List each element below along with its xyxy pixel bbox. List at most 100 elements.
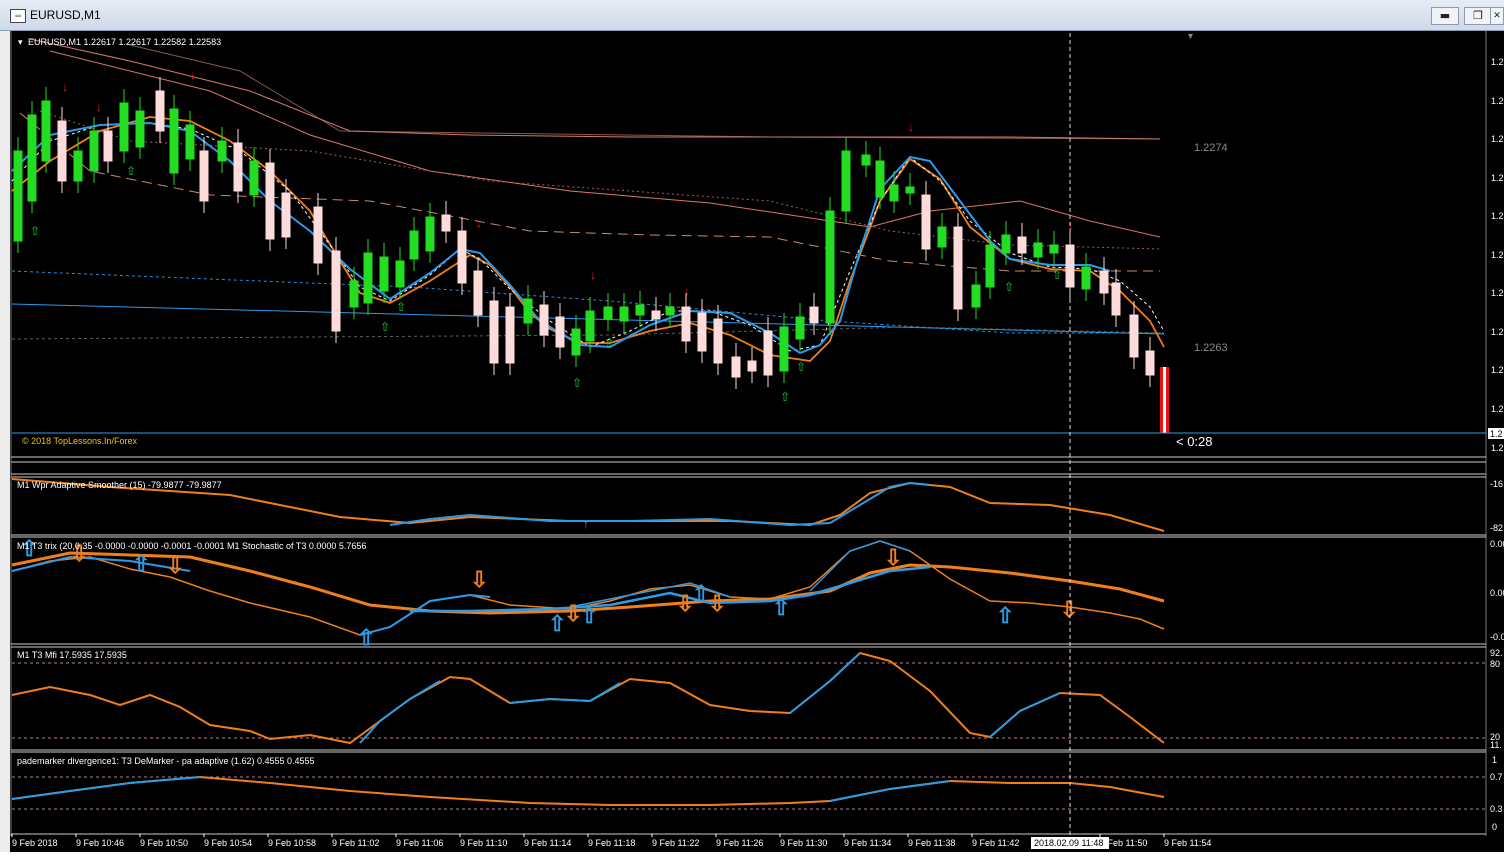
- mfi-blue-line-d: [989, 692, 1061, 738]
- sell-arrow-icon: ⇩: [564, 601, 582, 626]
- candle: [135, 110, 145, 148]
- buy-arrow-icon: ⇧: [396, 300, 406, 314]
- chart-canvas[interactable]: ⇧ ⇧ ⇧ ⇧ ⇧ ⇧ ⇧ ⇧ ⇧ ⇧ ↓ ↓ ↓ ↓ ↓ ↓ ↓ ↓ ▾ EURUSD,M1 1.22617 1…: [10, 31, 1504, 852]
- wpr-axis-bottom: -82: [1490, 523, 1503, 533]
- time-axis-label: 9 Feb 11:42: [972, 838, 1019, 848]
- candle: [425, 216, 435, 252]
- buy-arrow-icon: ⇧: [604, 336, 614, 350]
- bar-countdown: < 0:28: [1176, 434, 1213, 449]
- mfi-axis-80: 80: [1490, 659, 1500, 669]
- wpr-arrow-icon: ↑: [583, 517, 589, 531]
- demarker-axis-07: 0.7: [1490, 772, 1503, 782]
- candle: [825, 210, 835, 324]
- demarker-blue-line-b: [829, 780, 951, 802]
- buy-arrow-icon: ⇧: [780, 390, 790, 404]
- copyright-text: © 2018 TopLessons.In/Forex: [22, 436, 138, 446]
- candle: [119, 102, 129, 152]
- time-axis-label: 9 Feb 10:58: [268, 838, 316, 848]
- trix-axis-bottom: -0.0: [1490, 632, 1504, 642]
- candle: [473, 270, 483, 316]
- candle: [875, 160, 885, 198]
- candle: [747, 360, 757, 372]
- candle: [103, 130, 113, 162]
- demarker-axis-top: 1: [1492, 755, 1497, 765]
- candle: [539, 304, 549, 336]
- candle: [921, 194, 931, 250]
- demarker-orange-line: [11, 775, 1165, 806]
- sell-arrow-icon: ↓: [476, 216, 482, 230]
- trix-panel-header: M1 T3 trix (20,0.35 -0.0000 -0.0000 -0.0…: [17, 541, 366, 551]
- svg-text:1.2: 1.2: [1491, 211, 1504, 221]
- price-label-upper: 1.2274: [1194, 142, 1228, 154]
- current-candle-core: [1163, 367, 1166, 433]
- svg-text:1.2: 1.2: [1491, 443, 1504, 453]
- panel-separators: [11, 456, 1486, 835]
- candle: [349, 280, 359, 308]
- candle: [795, 316, 805, 340]
- minimize-button[interactable]: ▬: [1431, 7, 1459, 25]
- sell-arrow-icon: ⇩: [676, 591, 694, 616]
- price-axis: 1.2 1.2 1.2 1.2 1.2 1.2 1.2 1.2 1.2 1.2 …: [1491, 57, 1504, 453]
- candle: [1099, 270, 1109, 294]
- candle: [953, 226, 963, 310]
- candle: [731, 356, 741, 378]
- candle: [1049, 244, 1059, 254]
- candle: [681, 306, 691, 342]
- candle: [505, 306, 515, 364]
- candle: [199, 150, 209, 202]
- candle: [249, 160, 259, 196]
- candle: [971, 284, 981, 308]
- window-title: EURUSD,M1: [30, 8, 101, 22]
- candle: [185, 124, 195, 160]
- demarker-blue-line-a: [11, 776, 201, 800]
- candle: [409, 230, 419, 260]
- candle: [265, 162, 275, 240]
- candle: [763, 330, 773, 376]
- sell-arrow-icon: ↓: [590, 268, 596, 282]
- buy-arrow-icon: ⇧: [796, 360, 806, 374]
- wpr-axis-top: -16: [1490, 479, 1503, 489]
- candle: [619, 306, 629, 322]
- candle: [441, 214, 451, 232]
- candle: [585, 310, 595, 342]
- mfi-axis-top: 92.: [1490, 648, 1503, 658]
- sell-arrow-icon: ↓: [62, 80, 68, 94]
- sell-arrow-icon: ↓: [96, 100, 102, 114]
- candle: [13, 150, 23, 242]
- candle: [905, 186, 915, 194]
- time-axis-label: 9 Feb 11:10: [460, 838, 507, 848]
- candle: [217, 140, 227, 162]
- candle: [635, 304, 645, 316]
- time-axis-label: 9 Feb 10:46: [76, 838, 124, 848]
- sell-arrow-icon: ⇩: [1060, 597, 1078, 622]
- svg-text:1.2: 1.2: [1491, 327, 1504, 337]
- buy-arrow-icon: ⇧: [580, 603, 598, 628]
- time-axis-label: 9 Feb 11:02: [332, 838, 379, 848]
- candle: [331, 250, 341, 332]
- restore-button[interactable]: ❐: [1464, 7, 1492, 25]
- candle: [155, 90, 165, 132]
- candle: [57, 120, 67, 182]
- time-axis-label: 9 Feb 11:22: [652, 838, 699, 848]
- svg-text:1.2: 1.2: [1491, 288, 1504, 298]
- buy-arrow-icon: ⇧: [772, 595, 790, 620]
- candle: [841, 150, 851, 212]
- sell-arrow-icon: ⇩: [166, 553, 184, 578]
- candle: [41, 100, 51, 162]
- main-panel-header: EURUSD,M1 1.22617 1.22617 1.22582 1.2258…: [28, 37, 221, 47]
- salmon-band-upper: [49, 50, 1161, 238]
- time-axis-label: 9 Feb 10:50: [140, 838, 188, 848]
- main-price-panel: ⇧ ⇧ ⇧ ⇧ ⇧ ⇧ ⇧ ⇧ ⇧ ⇧ ↓ ↓ ↓ ↓ ↓ ↓ ↓ ↓: [11, 38, 1486, 434]
- close-button[interactable]: ✕: [1490, 7, 1504, 25]
- sell-arrow-icon: ↓: [190, 68, 196, 82]
- candle: [555, 316, 565, 348]
- candle: [665, 306, 675, 316]
- svg-text:1.2: 1.2: [1491, 134, 1504, 144]
- candle: [379, 256, 389, 292]
- candle: [363, 252, 373, 304]
- candle: [1111, 282, 1121, 316]
- mfi-blue-line-a: [359, 680, 441, 744]
- candle: [1129, 314, 1139, 358]
- candle: [1033, 242, 1043, 258]
- svg-text:1.2: 1.2: [1491, 96, 1504, 106]
